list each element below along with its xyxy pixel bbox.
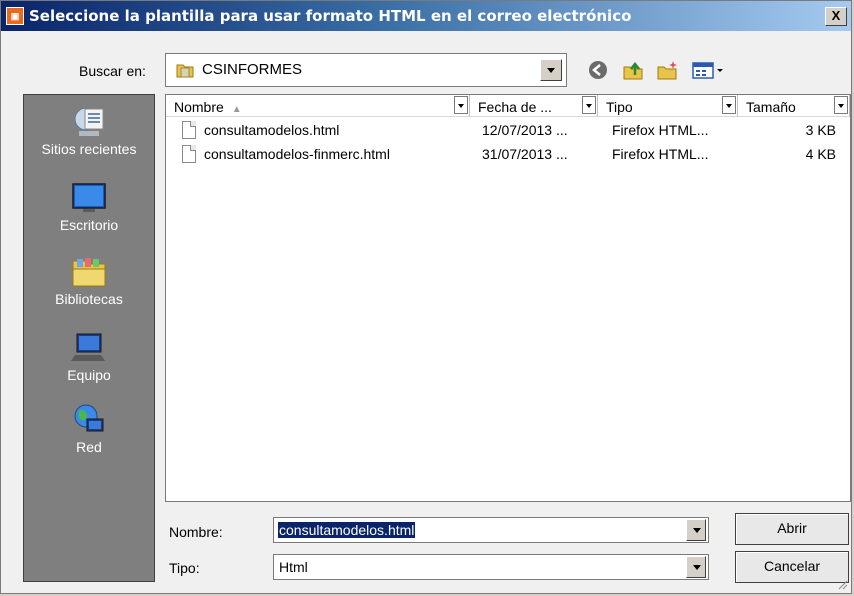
network-icon — [74, 404, 104, 432]
place-recent[interactable]: Sitios recientes — [24, 105, 154, 157]
libraries-icon — [72, 258, 106, 287]
cancel-button[interactable]: Cancelar — [735, 551, 849, 583]
place-libraries[interactable]: Bibliotecas — [24, 255, 154, 307]
recent-places-icon — [74, 107, 104, 136]
file-date: 12/07/2013 ... — [482, 122, 568, 138]
html-file-icon — [182, 121, 196, 139]
resize-grip-icon[interactable] — [836, 578, 848, 590]
file-date: 31/07/2013 ... — [482, 146, 568, 162]
places-bar: Sitios recientes Escritorio Bibliotecas — [23, 94, 155, 582]
open-button[interactable]: Abrir — [735, 513, 849, 545]
new-folder-icon[interactable] — [656, 59, 680, 81]
open-file-dialog: ▣ Seleccione la plantilla para usar form… — [0, 0, 852, 594]
lookin-label: Buscar en: — [79, 63, 146, 79]
filename-label: Nombre: — [169, 524, 223, 540]
file-type: Firefox HTML... — [612, 146, 709, 162]
filetype-label: Tipo: — [169, 560, 200, 576]
file-type: Firefox HTML... — [612, 122, 709, 138]
place-label: Bibliotecas — [55, 291, 123, 307]
views-menu-icon[interactable] — [691, 59, 727, 81]
place-label: Escritorio — [59, 217, 119, 233]
lookin-dropdown-arrow[interactable] — [540, 59, 562, 81]
column-header-size[interactable]: Tamaño — [738, 95, 850, 117]
place-network[interactable]: Red — [24, 403, 154, 455]
title-bar[interactable]: ▣ Seleccione la plantilla para usar form… — [1, 1, 851, 31]
filename-combo[interactable]: consultamodelos.html — [273, 517, 709, 543]
column-filter-dropdown[interactable] — [582, 96, 596, 114]
computer-icon — [71, 333, 105, 361]
app-icon: ▣ — [6, 7, 24, 25]
column-filter-dropdown[interactable] — [454, 96, 468, 114]
filetype-value: Html — [279, 559, 308, 575]
filetype-select[interactable]: Html — [273, 554, 709, 580]
file-row[interactable]: consultamodelos.html 12/07/2013 ... Fire… — [166, 119, 850, 141]
dialog-title: Seleccione la plantilla para usar format… — [29, 7, 632, 25]
file-row[interactable]: consultamodelos-finmerc.html 31/07/2013 … — [166, 143, 850, 165]
html-file-icon — [182, 145, 196, 163]
column-header-type[interactable]: Tipo — [598, 95, 738, 117]
up-folder-icon[interactable] — [621, 59, 645, 81]
filetype-dropdown-arrow[interactable] — [686, 556, 706, 578]
column-filter-dropdown[interactable] — [722, 96, 736, 114]
column-filter-dropdown[interactable] — [834, 96, 848, 114]
lookin-combo[interactable]: CSINFORMES — [165, 53, 567, 87]
file-size: 3 KB — [805, 122, 836, 138]
filename-dropdown-arrow[interactable] — [686, 519, 706, 541]
back-icon[interactable] — [586, 59, 610, 81]
sort-ascending-icon: ▲ — [231, 104, 242, 115]
place-computer[interactable]: Equipo — [24, 331, 154, 383]
column-header-date[interactable]: Fecha de ... — [470, 95, 598, 117]
desktop-icon — [72, 183, 106, 212]
filename-input[interactable]: consultamodelos.html — [276, 521, 417, 539]
place-label: Red — [76, 439, 102, 455]
folder-icon — [176, 64, 194, 78]
lookin-value: CSINFORMES — [202, 61, 303, 78]
close-button[interactable]: X — [825, 7, 847, 26]
file-name: consultamodelos.html — [204, 122, 340, 138]
file-name: consultamodelos-finmerc.html — [204, 146, 390, 162]
column-header-name[interactable]: Nombre ▲ — [166, 95, 470, 117]
place-desktop[interactable]: Escritorio — [24, 181, 154, 233]
place-label: Sitios recientes — [41, 141, 137, 157]
file-list[interactable]: Nombre ▲ Fecha de ... Tipo Tamaño consult… — [165, 94, 851, 502]
place-label: Equipo — [67, 367, 111, 383]
file-size: 4 KB — [805, 146, 836, 162]
